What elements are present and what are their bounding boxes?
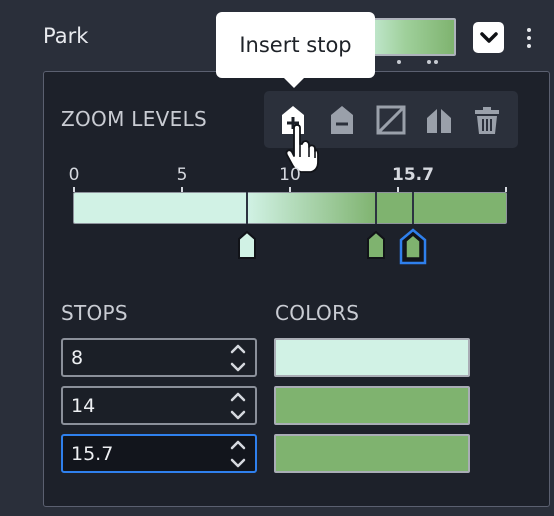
zoom-tick-label: 10	[279, 165, 301, 185]
more-dot	[527, 43, 531, 48]
delete-all-button[interactable]	[470, 103, 504, 137]
zoom-tick-label: 5	[176, 165, 188, 185]
stepper-icon[interactable]	[229, 342, 247, 374]
stop-field	[61, 386, 257, 425]
ramp-stop-divider	[412, 192, 414, 224]
color-swatch-button[interactable]	[274, 386, 470, 425]
remove-stop-button[interactable]	[325, 103, 359, 137]
zoom-tick-label-current: 15.7	[392, 165, 434, 185]
stepper-icon[interactable]	[229, 390, 247, 422]
color-swatch-button[interactable]	[274, 338, 470, 377]
collapse-button[interactable]	[473, 22, 504, 53]
more-dot	[527, 35, 531, 40]
chevron-down-icon	[479, 31, 498, 43]
style-editor: Park ZOOM LEVELS Insert stop 0 5 10 15.7…	[0, 0, 554, 516]
linear-interpolation-icon	[376, 105, 406, 135]
tooltip-arrow	[282, 76, 306, 88]
stop-value-input[interactable]	[71, 436, 221, 471]
split-button[interactable]	[422, 103, 456, 137]
zoom-tick-label: 0	[68, 165, 80, 185]
stop-handle-selected[interactable]	[399, 228, 427, 266]
stop-handle[interactable]	[237, 230, 257, 260]
trash-icon	[475, 107, 499, 134]
split-icon	[427, 109, 451, 133]
layer-title: Park	[43, 24, 89, 48]
stop-field-focused	[61, 434, 257, 473]
stop-value-input[interactable]	[71, 340, 221, 375]
remove-stop-icon	[331, 106, 353, 134]
more-dot	[527, 27, 531, 32]
ramp-stop-divider	[246, 192, 248, 224]
more-options-button[interactable]	[519, 22, 539, 53]
stop-value-input[interactable]	[71, 388, 221, 423]
stepper-icon[interactable]	[229, 438, 247, 470]
linear-interpolation-button[interactable]	[374, 103, 408, 137]
ramp-stop-divider	[375, 192, 377, 224]
stop-handle[interactable]	[366, 230, 386, 260]
zoom-color-ramp[interactable]	[73, 192, 507, 224]
stops-label: STOPS	[61, 301, 128, 325]
zoom-levels-label: ZOOM LEVELS	[61, 107, 208, 131]
insert-stop-tooltip: Insert stop	[216, 12, 375, 78]
color-swatch-button[interactable]	[274, 434, 470, 473]
stop-field	[61, 338, 257, 377]
colors-label: COLORS	[275, 301, 360, 325]
